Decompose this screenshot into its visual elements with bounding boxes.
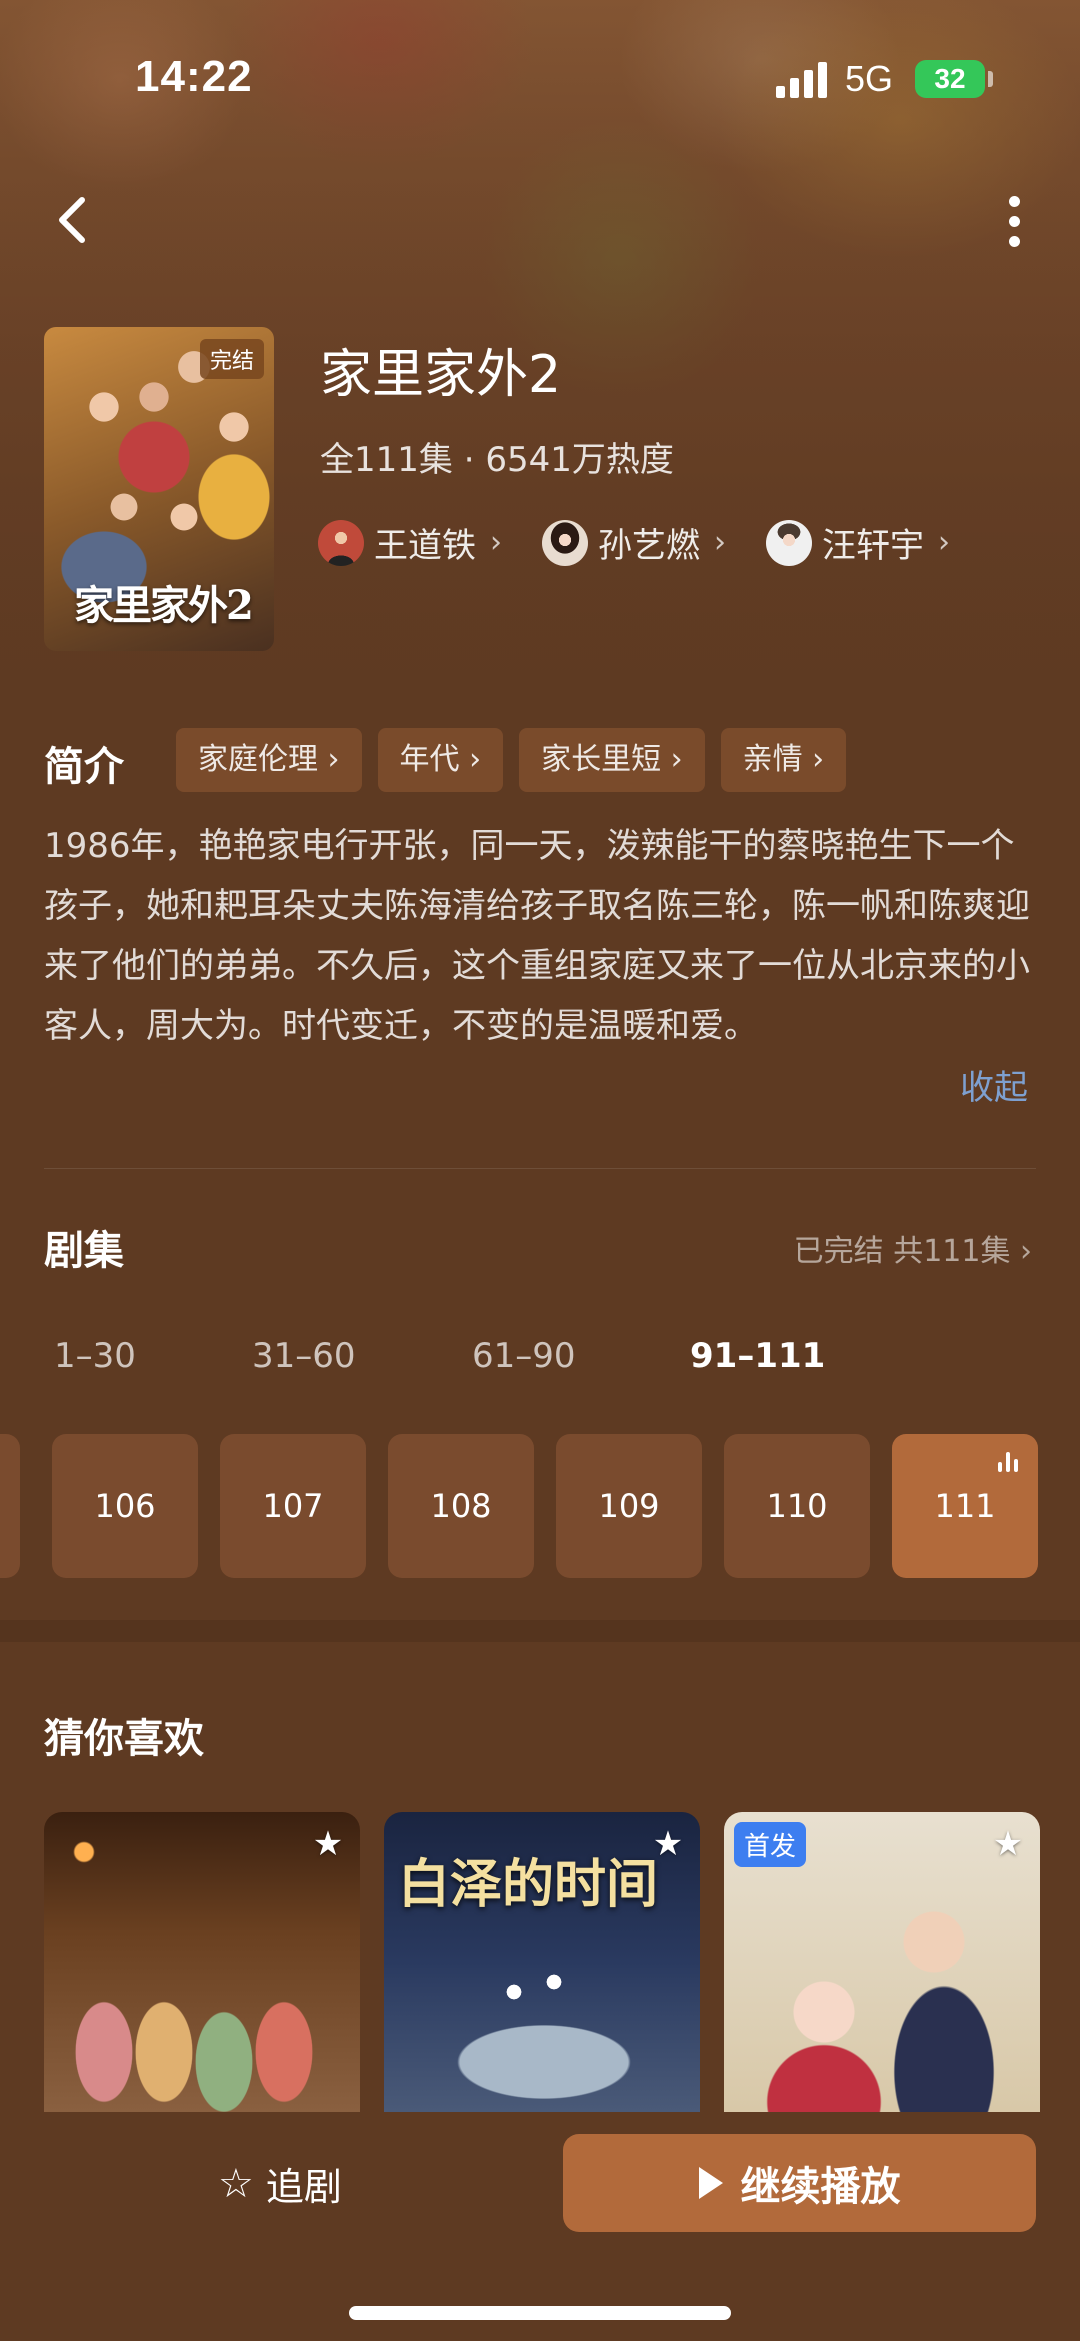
play-icon xyxy=(698,2167,723,2199)
tab-range[interactable]: 61–90 xyxy=(472,1336,576,1376)
cast-item[interactable]: 王道铁 › xyxy=(318,518,502,567)
avatar xyxy=(318,519,364,566)
play-label: 继续播放 xyxy=(740,2164,901,2210)
star-icon[interactable]: ★ xyxy=(306,1822,350,1866)
show-title: 家里家外2 xyxy=(320,345,562,405)
follow-button[interactable]: ☆ 追剧 xyxy=(218,2156,342,2211)
genre-tag[interactable]: 家长里短 › xyxy=(519,728,705,792)
star-icon[interactable]: ★ xyxy=(986,1822,1030,1866)
recommendation-card[interactable]: 首发 ★ xyxy=(724,1812,1040,2112)
episodes-heading: 剧集 xyxy=(44,1228,124,1274)
battery-icon: 32 xyxy=(915,60,985,98)
synopsis-heading: 简介 xyxy=(44,744,124,790)
tag-label: 亲情 xyxy=(742,742,803,777)
network-label: 5G xyxy=(845,58,894,99)
avatar xyxy=(542,519,588,566)
cast-name: 王道铁 xyxy=(374,526,476,566)
divider xyxy=(44,1168,1036,1169)
tag-label: 年代 xyxy=(399,742,460,777)
more-icon xyxy=(1009,196,1020,207)
completed-badge: 完结 xyxy=(199,339,264,379)
genre-tag[interactable]: 年代 › xyxy=(377,728,504,792)
episodes-status-link[interactable]: 已完结 共111集 › xyxy=(794,1226,1032,1270)
page: 14:22 5G 32 完结 家里家外2 家里家外2 全111集 · 6541万… xyxy=(0,0,1080,2341)
episode-partial[interactable] xyxy=(0,1434,20,1578)
episode-item-current[interactable]: 111 xyxy=(892,1434,1038,1578)
recommendations-list: ★ 白泽的时间 ★ 首发 ★ xyxy=(44,1812,1080,2112)
chevron-right-icon: › xyxy=(938,525,950,560)
collapse-button[interactable]: 收起 xyxy=(960,1060,1028,1109)
tab-range-active[interactable]: 91–111 xyxy=(690,1336,825,1376)
genre-tag[interactable]: 亲情 › xyxy=(720,728,847,792)
cast-name: 汪轩宇 xyxy=(822,526,924,566)
show-meta: 全111集 · 6541万热度 xyxy=(320,440,674,480)
episode-list: 106 107 108 109 110 111 xyxy=(0,1434,1080,1578)
episode-item[interactable]: 107 xyxy=(220,1434,366,1578)
recommendation-card[interactable]: 白泽的时间 ★ xyxy=(384,1812,700,2112)
signal-icon xyxy=(776,62,830,98)
tag-label: 家庭伦理 xyxy=(198,742,318,777)
episodes-status: 已完结 共111集 xyxy=(793,1234,1011,1269)
recommendation-title: 白泽的时间 xyxy=(398,1854,659,1915)
back-button[interactable] xyxy=(48,190,98,250)
battery-level: 32 xyxy=(934,63,966,94)
cast-item[interactable]: 汪轩宇 › xyxy=(766,518,950,567)
continue-play-button[interactable]: 继续播放 xyxy=(563,2134,1036,2232)
premiere-badge: 首发 xyxy=(734,1822,807,1867)
chevron-left-icon xyxy=(59,197,85,243)
episode-item[interactable]: 109 xyxy=(556,1434,702,1578)
genre-tags: 家庭伦理 › 年代 › 家长里短 › 亲情 › xyxy=(176,728,847,792)
synopsis-text: 1986年，艳艳家电行开张，同一天，泼辣能干的蔡晓艳生下一个孩子，她和耙耳朵丈夫… xyxy=(44,826,1030,1046)
show-poster: 完结 家里家外2 xyxy=(44,327,274,651)
recommendations-heading: 猜你喜欢 xyxy=(44,1716,204,1762)
poster-title: 家里家外2 xyxy=(74,582,254,629)
episode-item[interactable]: 110 xyxy=(724,1434,870,1578)
status-bar: 14:22 5G 32 xyxy=(0,0,1080,160)
episode-item[interactable]: 108 xyxy=(388,1434,534,1578)
battery-tip xyxy=(988,71,993,87)
chevron-right-icon: › xyxy=(714,525,726,560)
star-icon[interactable]: ★ xyxy=(646,1822,690,1866)
episode-number: 111 xyxy=(934,1487,996,1525)
chevron-right-icon: › xyxy=(490,525,502,560)
tab-range[interactable]: 1–30 xyxy=(54,1336,136,1376)
genre-tag[interactable]: 家庭伦理 › xyxy=(176,728,362,792)
now-playing-icon xyxy=(998,1452,1020,1472)
home-indicator[interactable] xyxy=(349,2306,731,2320)
follow-label: 追剧 xyxy=(265,2165,342,2209)
recommendation-card[interactable]: ★ xyxy=(44,1812,360,2112)
avatar xyxy=(766,519,812,566)
cast-name: 孙艺燃 xyxy=(598,526,700,566)
more-button[interactable] xyxy=(1000,190,1030,254)
status-time: 14:22 xyxy=(135,52,253,101)
tag-label: 家长里短 xyxy=(541,742,662,777)
star-outline-icon: ☆ xyxy=(218,2160,254,2207)
section-separator xyxy=(0,1620,1080,1642)
cast-list: 王道铁 › 孙艺燃 › 汪轩宇 › xyxy=(318,518,950,567)
episode-item[interactable]: 106 xyxy=(52,1434,198,1578)
cast-item[interactable]: 孙艺燃 › xyxy=(542,518,726,567)
tab-range[interactable]: 31–60 xyxy=(252,1336,356,1376)
